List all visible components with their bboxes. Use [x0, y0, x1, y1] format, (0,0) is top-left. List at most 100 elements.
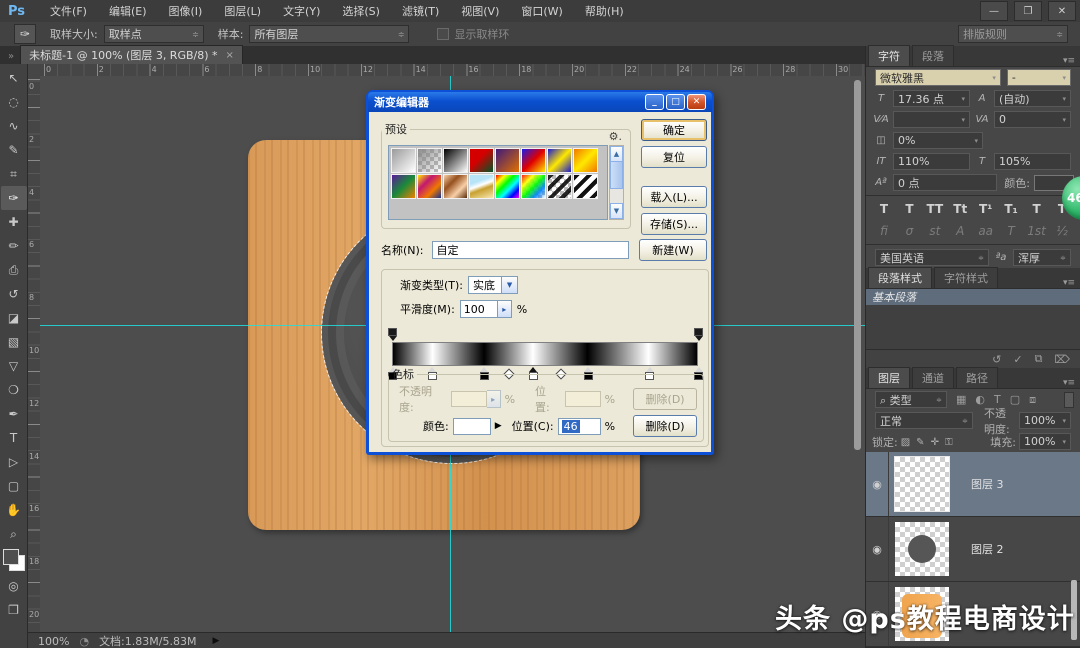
preset-blue-yellow-blue[interactable] [547, 148, 572, 173]
lock-transparency-icon[interactable]: ▨ [901, 437, 910, 448]
smoothness-arrow-icon[interactable]: ▸ [498, 300, 512, 318]
preset-blue-red-yellow[interactable] [521, 148, 546, 173]
fill-select[interactable]: 100% ▾ [1019, 433, 1071, 450]
tab-通道[interactable]: 通道 [912, 367, 954, 388]
type-style-button[interactable]: T [1027, 202, 1047, 216]
baseline-shift-field[interactable]: 0 点 [893, 174, 997, 191]
apply-style-icon[interactable]: ✓ [1013, 353, 1022, 366]
eraser-tool[interactable]: ◪ [1, 306, 27, 330]
menu-item[interactable]: 编辑(E) [98, 5, 158, 18]
menu-item[interactable]: 图像(I) [158, 5, 214, 18]
lock-all-icon[interactable]: ⚿ [945, 437, 953, 448]
scroll-thumb[interactable] [610, 161, 623, 189]
spot-healing-tool[interactable]: ✚ [1, 210, 27, 234]
foreground-background-swatches[interactable] [3, 549, 25, 571]
sample-select[interactable]: 所有图层 ≑ [249, 25, 409, 43]
preset-red-green[interactable] [469, 148, 494, 173]
path-selection-tool[interactable]: ▷ [1, 450, 27, 474]
screen-mode-button[interactable]: ❐ [1, 598, 27, 622]
scroll-down-icon[interactable]: ▼ [610, 203, 623, 219]
document-tab[interactable]: 未标题-1 @ 100% (图层 3, RGB/8) * × [20, 45, 243, 64]
antialias-select[interactable]: 浑厚 ≑ [1013, 249, 1071, 266]
tsume-select[interactable]: 0% ▾ [893, 132, 983, 149]
preset-black-white[interactable] [443, 148, 468, 173]
menu-item[interactable]: 滤镜(T) [391, 5, 450, 18]
menu-item[interactable]: 文件(F) [39, 5, 98, 18]
save-button[interactable]: 存储(S)... [641, 213, 707, 235]
foreground-color-swatch[interactable] [3, 549, 19, 565]
move-tool[interactable]: ↖ [1, 66, 27, 90]
color-menu-arrow-icon[interactable]: ▶ [495, 421, 502, 431]
sample-size-select[interactable]: 取样点 ≑ [104, 25, 204, 43]
menu-item[interactable]: 帮助(H) [574, 5, 635, 18]
opacity-select[interactable]: 100% ▾ [1019, 412, 1071, 429]
type-style-button[interactable]: T₁ [1001, 202, 1021, 216]
gradient-name-input[interactable]: 自定 [432, 241, 629, 259]
layer-thumbnail[interactable] [895, 457, 949, 511]
preset-violet-green-orange[interactable] [391, 174, 416, 199]
font-style-select[interactable]: - ▾ [1007, 69, 1071, 86]
font-family-select[interactable]: 微软雅黑 ▾ [875, 69, 1001, 86]
type-tool[interactable]: T [1, 426, 27, 450]
language-select[interactable]: 美国英语 ≑ [875, 249, 989, 266]
kerning-select[interactable]: ▾ [893, 111, 970, 128]
shape-tool[interactable]: ▢ [1, 474, 27, 498]
preset-fg-to-bg[interactable] [391, 148, 416, 173]
tab-字符样式[interactable]: 字符样式 [934, 267, 998, 288]
preset-transparent-rainbow[interactable] [521, 174, 546, 199]
show-ring-checkbox[interactable] [437, 28, 449, 40]
status-menu-arrow-icon[interactable]: ▶ [212, 636, 219, 646]
menu-item[interactable]: 图层(L) [213, 5, 272, 18]
filter-smart-object-icon[interactable]: ⧈ [1029, 393, 1036, 407]
horizontal-scale-field[interactable]: 105% [994, 153, 1071, 170]
presets-scrollbar[interactable]: ▲ ▼ [609, 145, 624, 220]
load-button[interactable]: 载入(L)... [641, 186, 707, 208]
preset-black-white-stripes[interactable] [573, 174, 598, 199]
preset-orange-yellow[interactable] [573, 148, 598, 173]
blur-tool[interactable]: ▽ [1, 354, 27, 378]
hand-tool[interactable]: ✋ [1, 498, 27, 522]
dialog-maximize-icon[interactable]: □ [666, 94, 685, 110]
paragraph-style-item[interactable]: 基本段落 [866, 289, 1080, 305]
preset-violet-orange[interactable] [495, 148, 520, 173]
restore-icon[interactable]: ❐ [1014, 1, 1042, 21]
font-size-select[interactable]: 17.36 点 ▾ [893, 90, 970, 107]
zoom-level-field[interactable]: 100% [38, 635, 69, 648]
history-brush-tool[interactable]: ↺ [1, 282, 27, 306]
minimize-icon[interactable]: — [980, 1, 1008, 21]
layer-row[interactable]: ◉图层 3 [866, 452, 1080, 517]
layout-rules-select[interactable]: 排版规则 ≑ [958, 25, 1068, 43]
panel-menu-icon[interactable]: ▾≡ [1063, 378, 1075, 388]
panel-menu-icon[interactable]: ▾≡ [1063, 278, 1075, 288]
preset-copper[interactable] [443, 174, 468, 199]
gradient-type-select[interactable]: 实底 ▼ [468, 276, 518, 294]
opacity-stop[interactable] [388, 328, 397, 341]
eye-icon[interactable]: ◉ [866, 452, 889, 516]
stop-color-swatch[interactable] [453, 418, 491, 435]
stop-position-c-input[interactable]: 46 [558, 418, 601, 435]
leading-select[interactable]: (自动) ▾ [994, 90, 1071, 107]
scroll-up-icon[interactable]: ▲ [610, 146, 623, 162]
eyedropper-tool[interactable]: ✑ [1, 186, 27, 210]
panel-menu-icon[interactable]: ▾≡ [1063, 56, 1075, 66]
canvas-scrollbar[interactable] [854, 80, 861, 450]
opacity-stops-track[interactable] [392, 328, 698, 342]
pen-tool[interactable]: ✒ [1, 402, 27, 426]
tab-字符[interactable]: 字符 [868, 45, 910, 66]
lock-pixels-icon[interactable]: ✎ [916, 437, 924, 448]
tab-路径[interactable]: 路径 [956, 367, 998, 388]
smoothness-input[interactable]: 100 [460, 300, 498, 318]
filter-toggle[interactable] [1064, 392, 1074, 408]
redefine-style-icon[interactable]: ↺ [992, 353, 1001, 366]
type-style-button[interactable]: T [874, 202, 894, 216]
tab-图层[interactable]: 图层 [868, 367, 910, 388]
eyedropper-tool-preview-icon[interactable]: ✑ [14, 24, 36, 44]
type-style-button[interactable]: Tt [950, 202, 970, 216]
tab-段落样式[interactable]: 段落样式 [868, 267, 932, 288]
layer-row[interactable]: ◉图层 2 [866, 517, 1080, 582]
marquee-tool[interactable]: ◌ [1, 90, 27, 114]
menu-item[interactable]: 文字(Y) [272, 5, 331, 18]
reset-button[interactable]: 复位 [641, 146, 707, 168]
preset-spectrum[interactable] [495, 174, 520, 199]
layer-filter-select[interactable]: ⌕ 类型 ≑ [875, 391, 947, 408]
